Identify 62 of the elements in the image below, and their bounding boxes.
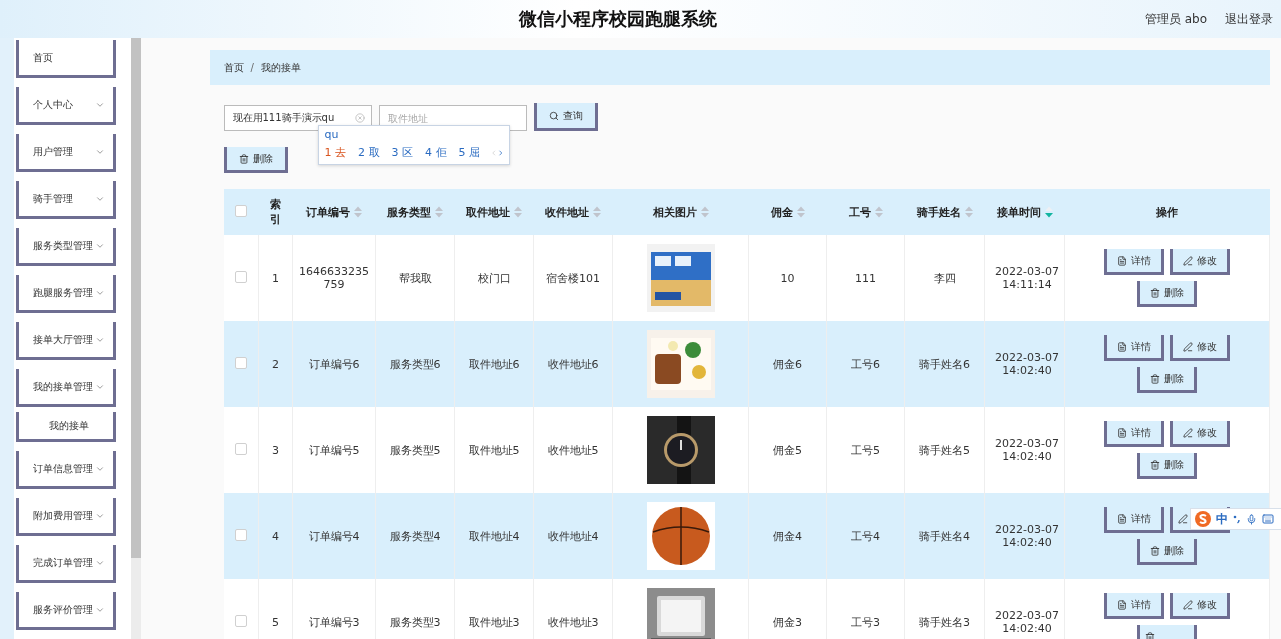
sidebar-item[interactable]: 订单信息管理 xyxy=(16,451,116,489)
delete-button[interactable]: 删除 xyxy=(1137,539,1197,565)
breadcrumb-link[interactable]: 首页 xyxy=(223,60,244,75)
sidebar-item[interactable]: 服务类型管理 xyxy=(16,228,116,266)
sidebar-item[interactable]: 附加费用管理 xyxy=(16,498,116,536)
column-header[interactable]: 相关图片 xyxy=(612,189,749,235)
column-header: 操作 xyxy=(1064,189,1270,235)
delete-button[interactable]: 删除 xyxy=(223,147,288,173)
ime-candidate[interactable]: 5 屈 xyxy=(458,145,480,160)
detail-button[interactable]: 详情 xyxy=(1104,249,1164,275)
column-header[interactable]: 收件地址 xyxy=(533,189,613,235)
edit-button[interactable]: 修改 xyxy=(1170,421,1230,447)
column-header[interactable]: 骑手姓名 xyxy=(904,189,985,235)
detail-button[interactable]: 详情 xyxy=(1104,335,1164,361)
sidebar-subitem[interactable]: 我的接单 xyxy=(16,412,116,442)
edit-button[interactable]: 修改 xyxy=(1170,335,1230,361)
ime-pinyin-text: qu xyxy=(324,128,340,143)
service-type-cell: 服务类型3 xyxy=(375,579,455,639)
search-field[interactable]: 现在用111骑手演示qu xyxy=(223,105,372,131)
pickup-address-cell: 取件地址3 xyxy=(454,579,534,639)
edit-button[interactable]: 修改 xyxy=(1170,249,1230,275)
edit-button[interactable]: 修改 xyxy=(1170,593,1230,619)
column-header[interactable]: 订单编号 xyxy=(292,189,376,235)
ime-candidate[interactable]: 1 去 xyxy=(324,145,346,160)
sidebar-item[interactable]: 跑腿服务管理 xyxy=(16,275,116,313)
delivery-address-cell: 收件地址3 xyxy=(533,579,613,639)
column-header[interactable]: 接单时间 xyxy=(984,189,1065,235)
ime-candidate[interactable]: 2 取 xyxy=(358,145,380,160)
order-time-cell: 2022-03-07 14:02:40 xyxy=(984,579,1065,639)
detail-button[interactable]: 详情 xyxy=(1104,507,1164,533)
worker-number-cell: 工号3 xyxy=(826,579,905,639)
column-header[interactable]: 取件地址 xyxy=(454,189,534,235)
column-header[interactable]: 工号 xyxy=(826,189,905,235)
detail-button[interactable]: 详情 xyxy=(1104,421,1164,447)
sidebar-item[interactable]: 个人中心 xyxy=(16,87,116,125)
query-button[interactable]: 查询 xyxy=(533,103,598,131)
column-header[interactable]: 服务类型 xyxy=(375,189,455,235)
logout-link[interactable]: 退出登录 xyxy=(1225,10,1273,28)
sidebar-item[interactable]: 完成订单管理 xyxy=(16,545,116,583)
admin-user: 管理员 abo xyxy=(1144,10,1207,28)
sidebar-item[interactable]: 服务评价管理 xyxy=(16,592,116,630)
ime-candidate[interactable]: 4 佢 xyxy=(425,145,447,160)
sidebar-item[interactable]: 接单大厅管理 xyxy=(16,322,116,360)
sidebar-item[interactable]: 骑手管理 xyxy=(16,181,116,219)
delete-button[interactable]: 删除 xyxy=(1137,281,1197,307)
system-title: 微信小程序校园跑腿系统 xyxy=(517,7,719,31)
order-number-cell: 订单编号3 xyxy=(292,579,376,639)
delete-button[interactable]: 删除 xyxy=(1137,367,1197,393)
sidebar-item[interactable]: 首页 xyxy=(16,40,116,78)
sidebar-item[interactable]: 用户管理 xyxy=(16,134,116,172)
breadcrumb-current: 我的接单 xyxy=(260,60,301,75)
sidebar-item[interactable]: 我的接单管理 xyxy=(16,369,116,407)
commission-cell: 佣金3 xyxy=(748,579,827,639)
index-cell: 5 xyxy=(258,579,293,639)
ime-mode[interactable]: 中 xyxy=(1216,510,1228,528)
column-header: 索引 xyxy=(258,189,293,235)
detail-button[interactable]: 详情 xyxy=(1104,593,1164,619)
rider-name-cell: 骑手姓名3 xyxy=(904,579,985,639)
ime-candidate[interactable]: 3 区 xyxy=(391,145,413,160)
breadcrumb-separator: / xyxy=(250,62,254,73)
delete-button[interactable]: 删除 xyxy=(1137,453,1197,479)
column-header[interactable]: 佣金 xyxy=(748,189,827,235)
